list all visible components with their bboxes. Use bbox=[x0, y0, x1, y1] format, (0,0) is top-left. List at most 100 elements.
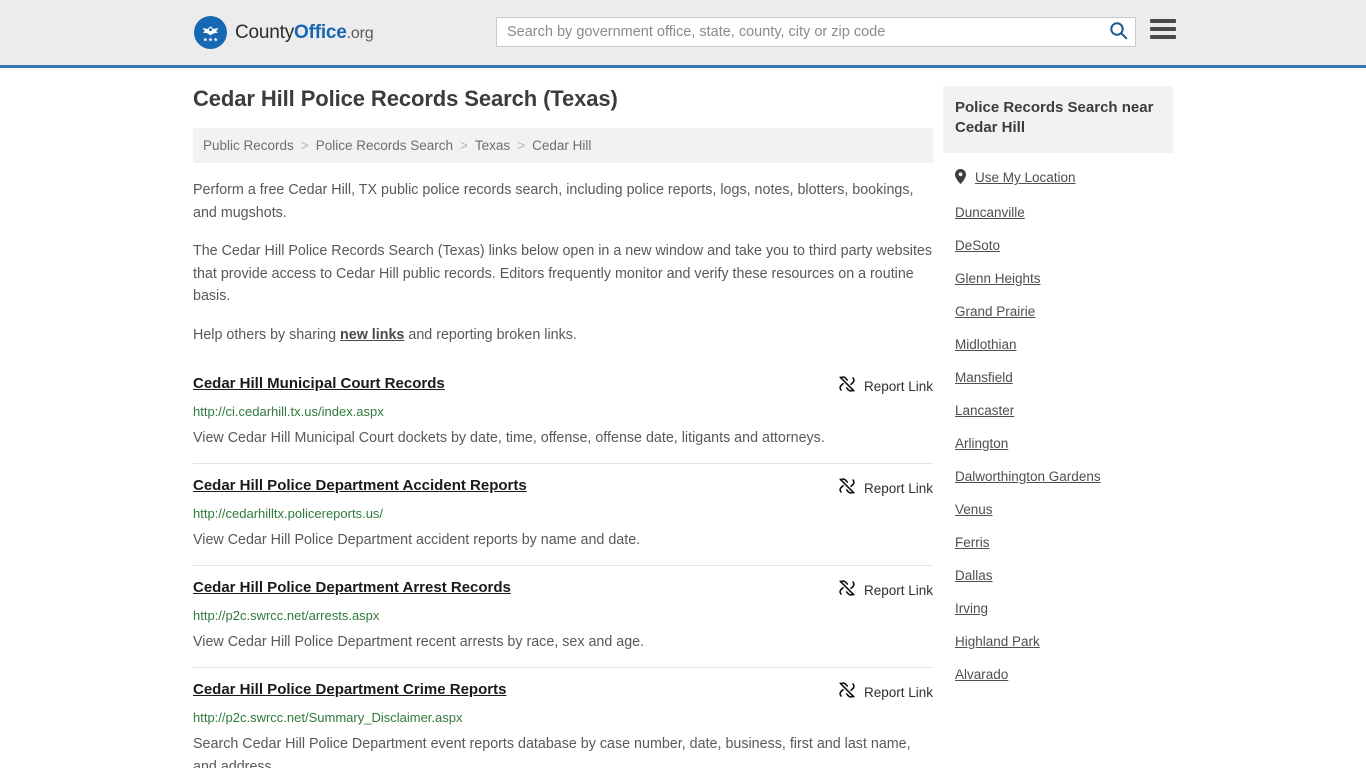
search-input[interactable] bbox=[497, 18, 1101, 46]
sidebar-city-link[interactable]: Duncanville bbox=[955, 205, 1025, 220]
breadcrumb-item[interactable]: Cedar Hill bbox=[532, 138, 591, 153]
new-links-link[interactable]: new links bbox=[340, 327, 404, 343]
result-url[interactable]: http://p2c.swrcc.net/arrests.aspx bbox=[193, 608, 933, 625]
help-text-before: Help others by sharing bbox=[193, 326, 341, 343]
brand-part-county: County bbox=[235, 21, 295, 43]
result-header: Cedar Hill Police Department Arrest Reco… bbox=[193, 578, 933, 602]
hamburger-menu-icon[interactable] bbox=[1150, 19, 1176, 39]
result-description: View Cedar Hill Police Department accide… bbox=[193, 532, 641, 549]
result-title-link[interactable]: Cedar Hill Municipal Court Records bbox=[193, 374, 445, 394]
sidebar-item-use-my-location[interactable]: Use My Location bbox=[955, 153, 1161, 192]
result-header: Cedar Hill Police Department Crime Repor… bbox=[193, 680, 933, 704]
sidebar-city-item[interactable]: Ferris bbox=[955, 522, 1161, 555]
sidebar-city-item[interactable]: Duncanville bbox=[955, 192, 1161, 225]
result-title-link[interactable]: Cedar Hill Police Department Crime Repor… bbox=[193, 680, 506, 700]
sidebar-heading: Police Records Search near Cedar Hill bbox=[943, 86, 1173, 153]
sidebar-city-item[interactable]: Lancaster bbox=[955, 390, 1161, 423]
result-title-link[interactable]: Cedar Hill Police Department Arrest Reco… bbox=[193, 578, 511, 598]
result-header: Cedar Hill Police Department Accident Re… bbox=[193, 476, 933, 500]
site-logo[interactable]: CountyOffice.org bbox=[194, 16, 374, 49]
sidebar-city-item[interactable]: Midlothian bbox=[955, 324, 1161, 357]
sidebar: Police Records Search near Cedar Hill Us… bbox=[933, 86, 1173, 768]
broken-link-icon bbox=[838, 681, 856, 704]
sidebar-city-link[interactable]: Dalworthington Gardens bbox=[955, 469, 1101, 484]
results-list: Cedar Hill Municipal Court Records Report… bbox=[193, 362, 933, 768]
page-container: Cedar Hill Police Records Search (Texas)… bbox=[193, 68, 1173, 768]
help-share-line: Help others by sharing new links and rep… bbox=[193, 324, 933, 347]
result-item: Cedar Hill Police Department Arrest Reco… bbox=[193, 566, 933, 668]
breadcrumb-separator: > bbox=[517, 138, 526, 153]
result-item: Cedar Hill Police Department Crime Repor… bbox=[193, 668, 933, 768]
report-link-button[interactable]: Report Link bbox=[838, 680, 933, 704]
result-item: Cedar Hill Police Department Accident Re… bbox=[193, 464, 933, 566]
intro-paragraph-1: Perform a free Cedar Hill, TX public pol… bbox=[193, 182, 914, 221]
sidebar-city-link[interactable]: DeSoto bbox=[955, 238, 1000, 253]
breadcrumb: Public Records > Police Records Search > Tex… bbox=[193, 128, 933, 163]
search-button[interactable] bbox=[1101, 18, 1135, 46]
report-link-label: Report Link bbox=[863, 684, 933, 700]
sidebar-city-item[interactable]: DeSoto bbox=[955, 225, 1161, 258]
report-link-label: Report Link bbox=[863, 379, 933, 395]
result-title-link[interactable]: Cedar Hill Police Department Accident Re… bbox=[193, 476, 527, 496]
sidebar-city-link[interactable]: Alvarado bbox=[955, 667, 1008, 682]
report-link-button[interactable]: Report Link bbox=[838, 374, 933, 398]
intro-paragraph-2: The Cedar Hill Police Records Search (Te… bbox=[193, 243, 933, 305]
sidebar-city-link[interactable]: Ferris bbox=[955, 535, 990, 550]
report-link-button[interactable]: Report Link bbox=[838, 476, 933, 500]
sidebar-city-link[interactable]: Arlington bbox=[955, 436, 1008, 451]
breadcrumb-item[interactable]: Police Records Search bbox=[316, 138, 453, 153]
report-link-label: Report Link bbox=[863, 583, 933, 598]
sidebar-city-item[interactable]: Dalworthington Gardens bbox=[955, 456, 1161, 489]
broken-link-icon bbox=[838, 477, 856, 500]
sidebar-city-link[interactable]: Glenn Heights bbox=[955, 271, 1041, 286]
sidebar-city-link[interactable]: Midlothian bbox=[955, 337, 1017, 352]
sidebar-city-item[interactable]: Highland Park bbox=[955, 621, 1161, 654]
sidebar-city-link[interactable]: Highland Park bbox=[955, 634, 1040, 649]
eagle-seal-icon bbox=[194, 16, 227, 49]
breadcrumb-item[interactable]: Public Records bbox=[203, 138, 294, 153]
hamburger-bar bbox=[1150, 35, 1176, 39]
use-my-location-link[interactable]: Use My Location bbox=[975, 170, 1076, 185]
sidebar-city-item[interactable]: Glenn Heights bbox=[955, 258, 1161, 291]
result-description: Search Cedar Hill Police Department even… bbox=[193, 735, 911, 768]
sidebar-city-link[interactable]: Venus bbox=[955, 502, 993, 517]
hamburger-bar bbox=[1150, 19, 1176, 23]
sidebar-city-link[interactable]: Dallas bbox=[955, 568, 993, 583]
search-bar[interactable] bbox=[496, 17, 1136, 47]
result-header: Cedar Hill Municipal Court Records Report… bbox=[193, 374, 933, 398]
sidebar-city-item[interactable]: Alvarado bbox=[955, 654, 1161, 687]
sidebar-city-item[interactable]: Irving bbox=[955, 588, 1161, 621]
sidebar-city-link[interactable]: Grand Prairie bbox=[955, 304, 1035, 319]
brand-part-office: Office bbox=[294, 21, 347, 43]
result-description: View Cedar Hill Police Department recent… bbox=[193, 633, 645, 650]
breadcrumb-separator: > bbox=[460, 138, 468, 153]
sidebar-city-item[interactable]: Venus bbox=[955, 489, 1161, 522]
brand-part-tld: .org bbox=[346, 24, 374, 42]
result-url[interactable]: http://ci.cedarhill.tx.us/index.aspx bbox=[193, 404, 933, 421]
result-url[interactable]: http://cedarhilltx.policereports.us/ bbox=[193, 506, 933, 523]
broken-link-icon bbox=[838, 579, 856, 602]
report-link-label: Report Link bbox=[863, 481, 933, 497]
report-link-button[interactable]: Report Link bbox=[838, 578, 933, 602]
site-header: CountyOffice.org bbox=[0, 0, 1366, 68]
breadcrumb-separator: > bbox=[300, 138, 309, 153]
sidebar-city-link[interactable]: Lancaster bbox=[955, 403, 1014, 418]
broken-link-icon bbox=[838, 375, 856, 398]
sidebar-city-item[interactable]: Arlington bbox=[955, 423, 1161, 456]
search-icon bbox=[1109, 21, 1128, 43]
main-column: Cedar Hill Police Records Search (Texas)… bbox=[193, 86, 933, 768]
page-title: Cedar Hill Police Records Search (Texas) bbox=[193, 86, 618, 111]
sidebar-city-link[interactable]: Irving bbox=[955, 601, 988, 616]
map-pin-icon bbox=[955, 168, 966, 187]
result-url[interactable]: http://p2c.swrcc.net/Summary_Disclaimer.… bbox=[193, 710, 933, 727]
help-text-after: and reporting broken links. bbox=[404, 326, 577, 343]
breadcrumb-item[interactable]: Texas bbox=[475, 138, 510, 153]
sidebar-city-item[interactable]: Mansfield bbox=[955, 357, 1161, 390]
sidebar-nearby-list: Use My Location Duncanville DeSoto Glenn H… bbox=[943, 153, 1173, 687]
sidebar-city-items: Duncanville DeSoto Glenn Heights Grand Prai… bbox=[955, 192, 1161, 687]
brand-wordmark: CountyOffice.org bbox=[235, 21, 374, 44]
sidebar-city-item[interactable]: Dallas bbox=[955, 555, 1161, 588]
sidebar-city-item[interactable]: Grand Prairie bbox=[955, 291, 1161, 324]
hamburger-bar bbox=[1150, 27, 1176, 31]
sidebar-city-link[interactable]: Mansfield bbox=[955, 370, 1013, 385]
